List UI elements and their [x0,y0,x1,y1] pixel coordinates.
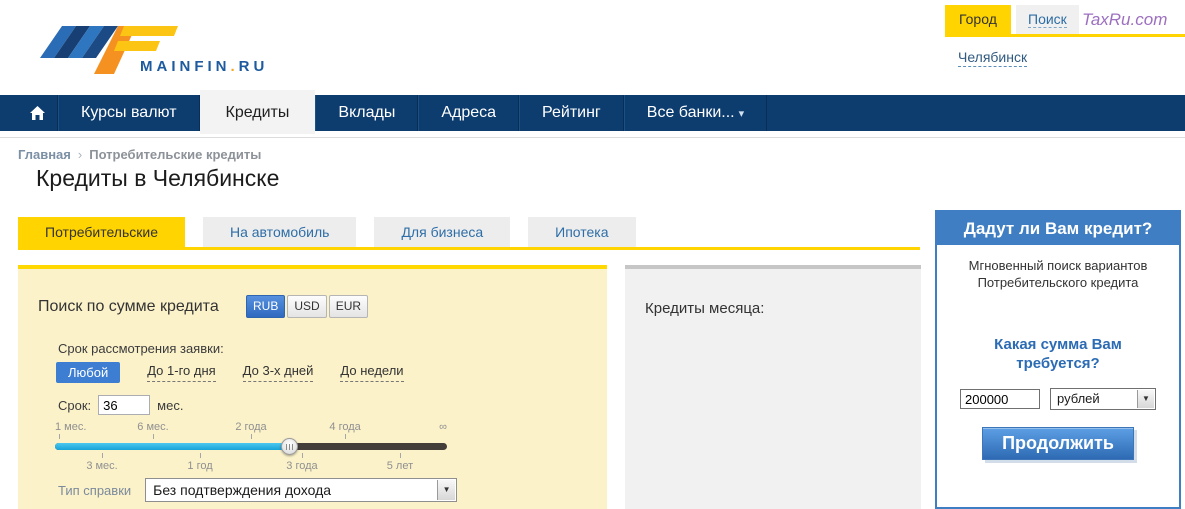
nav-item-rating[interactable]: Рейтинг [519,95,624,131]
slider-label-1month: 1 мес. [55,421,87,433]
tab-city[interactable]: Город [945,5,1011,34]
tab-consumer-credits[interactable]: Потребительские [18,217,185,247]
slider-label-6months: 6 мес. [137,421,169,433]
tabs-yellow-rule [18,247,920,250]
credit-check-widget: Дадут ли Вам кредит? Мгновенный поиск ва… [935,210,1181,509]
slider-label-3months: 3 мес. [86,460,118,472]
term-row: Срок: мес. [58,395,183,415]
widget-subtitle: Мгновенный поиск вариантов Потребительск… [968,258,1148,290]
certificate-type-label: Тип справки [58,482,132,498]
slider-fill [55,443,291,450]
review-option-3days[interactable]: До 3-х дней [242,363,314,382]
certificate-type-value: Без подтверждения дохода [153,482,332,498]
home-icon [30,106,45,120]
nav-home-button[interactable] [18,95,58,131]
slider-label-2years: 2 года [235,421,267,433]
nav-divider [0,137,1185,138]
slider-tick [153,434,154,439]
slider-grip-icon [286,444,295,450]
tab-auto-credits[interactable]: На автомобиль [202,217,357,247]
page: MAINFIN.RU Город Поиск TaxRu.com Челябин… [0,0,1185,509]
nav-item-addresses[interactable]: Адреса [418,95,520,131]
review-option-1day[interactable]: До 1-го дня [147,363,216,382]
nav-item-all-banks[interactable]: Все банки... ▾ [623,95,768,131]
currency-usd-button[interactable]: USD [287,295,327,318]
slider-tick [251,434,252,439]
slider-label-5years: 5 лет [386,460,414,472]
slider-tick [345,434,347,439]
nav-item-credits[interactable]: Кредиты [199,90,316,134]
currency-switcher: RUB USD EUR [246,295,369,318]
slider-label-1year: 1 год [187,460,213,472]
slider-label-infinity: ∞ [439,421,447,433]
slider-label-3years: 3 года [286,460,318,472]
select-arrow-icon[interactable]: ▼ [1137,390,1154,408]
slider-handle[interactable] [281,438,299,455]
term-slider: 1 мес. 6 мес. 2 года 4 года ∞ 3 мес. 1 г… [55,421,447,479]
review-term-options: Любой До 1-го дня До 3-х дней До недели [56,362,404,383]
slider-tick [58,434,60,439]
breadcrumb-separator: › [77,147,83,162]
term-months-input[interactable] [98,395,151,415]
review-option-any[interactable]: Любой [56,362,121,383]
widget-question: Какая сумма Вам требуется? [994,336,1122,372]
credit-search-panel: Поиск по сумме кредита RUB USD EUR Срок … [18,265,607,509]
breadcrumb-current: Потребительские кредиты [89,147,262,162]
logo-wordmark: MAINFIN.RU [140,58,269,75]
page-title: Кредиты в Челябинске [36,165,280,191]
certificate-type-select[interactable]: Без подтверждения дохода ▼ [145,478,458,502]
certificate-row: Тип справки Без подтверждения дохода ▼ [58,478,458,502]
mainfin-logo[interactable]: MAINFIN.RU [38,14,268,80]
breadcrumb-home-link[interactable]: Главная [18,147,71,162]
review-term-label: Срок рассмотрения заявки: [58,341,224,356]
slider-tick [200,453,202,458]
slider-tick [399,453,401,458]
slider-label-4years: 4 года [329,421,361,433]
continue-button[interactable]: Продолжить [982,427,1134,460]
credits-of-month-title: Кредиты месяца: [645,300,765,317]
nav-item-deposits[interactable]: Вклады [315,95,419,131]
select-arrow-icon[interactable]: ▼ [437,480,456,500]
currency-eur-button[interactable]: EUR [328,295,369,318]
slider-tick [102,453,104,458]
widget-form: рублей ▼ [937,388,1179,410]
tab-business-credits[interactable]: Для бизнеса [374,217,511,247]
term-label: Срок: [58,397,92,413]
term-unit: мес. [157,397,184,413]
currency-rub-button[interactable]: RUB [246,295,286,318]
review-option-week[interactable]: До недели [340,363,404,382]
amount-input[interactable] [960,389,1040,409]
partner-link[interactable]: TaxRu.com [1082,10,1167,30]
currency-select-value: рублей [1057,391,1100,406]
tab-mortgage[interactable]: Ипотека [528,217,636,247]
nav-item-currency-rates[interactable]: Курсы валют [58,95,200,131]
currency-select[interactable]: рублей ▼ [1050,388,1156,410]
chevron-down-icon: ▾ [738,108,745,120]
slider-tick [301,453,303,458]
widget-title: Дадут ли Вам кредит? [937,212,1179,245]
city-selector-link[interactable]: Челябинск [958,49,1028,67]
slider-track[interactable] [55,443,447,450]
tab-search[interactable]: Поиск [1016,5,1079,34]
credits-of-month-panel: Кредиты месяца: [625,265,921,509]
breadcrumb: Главная › Потребительские кредиты [18,147,261,162]
credit-category-tabs: Потребительские На автомобиль Для бизнес… [18,217,636,247]
header-yellow-rule [945,34,1185,37]
main-nav: Курсы валют Кредиты Вклады Адреса Рейтин… [0,90,1185,134]
search-panel-title: Поиск по сумме кредита [38,298,219,315]
